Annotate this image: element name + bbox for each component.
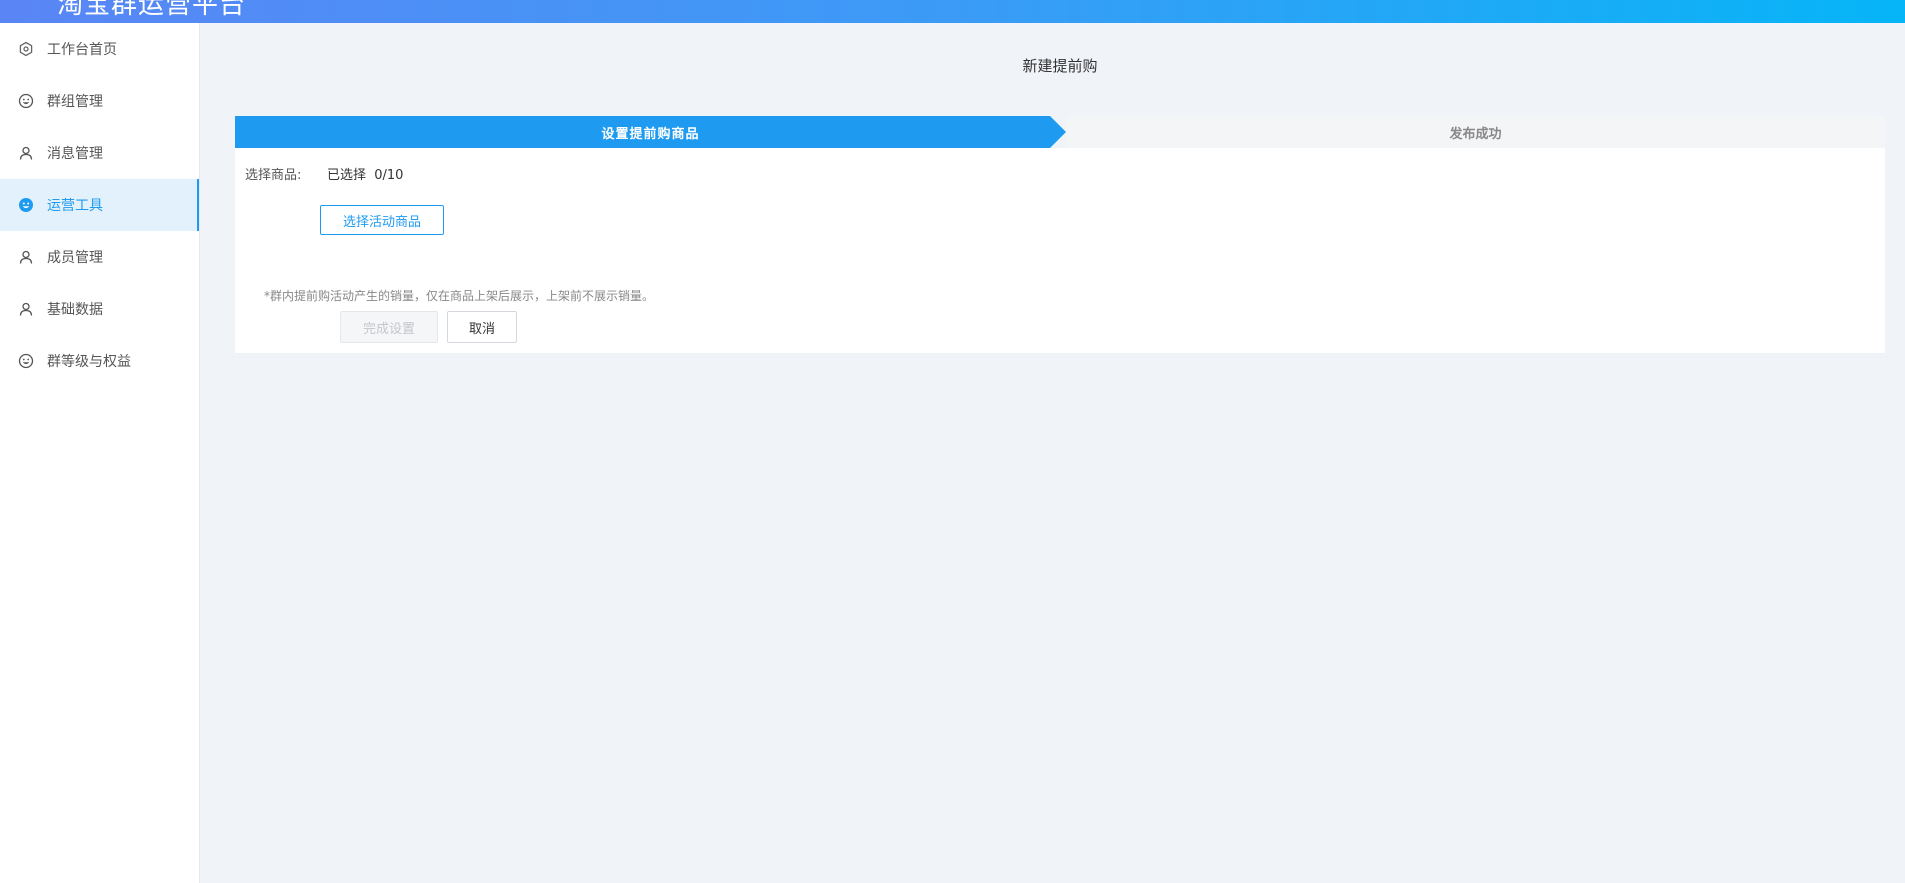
- sidebar: 工作台首页 群组管理 消息管理 运营工具 成员管理 基础数据 群等级与权益: [0, 23, 200, 883]
- smiley-icon: [17, 92, 35, 110]
- sidebar-item-label: 群等级与权益: [47, 354, 131, 370]
- sidebar-item-label: 消息管理: [47, 146, 103, 162]
- user-icon: [17, 248, 35, 266]
- sidebar-item-member-management[interactable]: 成员管理: [0, 231, 199, 283]
- step-label: 设置提前购商品: [601, 126, 700, 142]
- sidebar-item-label: 运营工具: [47, 198, 103, 214]
- sidebar-item-label: 成员管理: [47, 250, 103, 266]
- select-products-label: 选择商品:: [245, 168, 302, 183]
- app-title: 淘宝群运营平台: [57, 0, 247, 20]
- step-publish-success: 发布成功: [1066, 116, 1885, 148]
- sidebar-item-message-management[interactable]: 消息管理: [0, 127, 199, 179]
- sidebar-item-label: 基础数据: [47, 302, 103, 318]
- sidebar-item-operation-tools[interactable]: 运营工具: [0, 179, 199, 231]
- sales-hint-text: *群内提前购活动产生的销量，仅在商品上架后展示，上架前不展示销量。: [264, 289, 655, 303]
- step-label: 发布成功: [1449, 126, 1502, 142]
- cancel-button[interactable]: 取消: [447, 311, 517, 343]
- select-activity-products-button[interactable]: 选择活动商品: [320, 205, 444, 235]
- complete-setup-button[interactable]: 完成设置: [340, 311, 438, 343]
- form-panel: 选择商品: 已选择 0/10 选择活动商品 *群内提前购活动产生的销量，仅在商品…: [235, 148, 1885, 353]
- sidebar-item-group-level-benefits[interactable]: 群等级与权益: [0, 335, 199, 387]
- sidebar-item-group-management[interactable]: 群组管理: [0, 75, 199, 127]
- hexagon-icon: [17, 40, 35, 58]
- sidebar-item-basic-data[interactable]: 基础数据: [0, 283, 199, 335]
- step-set-products: 设置提前购商品: [235, 116, 1066, 148]
- page-title: 新建提前购: [1022, 57, 1098, 75]
- smiley-icon: [17, 196, 35, 214]
- step-progress: 设置提前购商品 发布成功: [235, 116, 1885, 148]
- user-icon: [17, 300, 35, 318]
- smiley-icon: [17, 352, 35, 370]
- sidebar-item-workbench-home[interactable]: 工作台首页: [0, 23, 199, 75]
- selected-count: 已选择 0/10: [327, 168, 404, 183]
- sidebar-item-label: 群组管理: [47, 94, 103, 110]
- user-icon: [17, 144, 35, 162]
- sidebar-item-label: 工作台首页: [47, 42, 117, 58]
- top-header: 淘宝群运营平台: [0, 0, 1905, 23]
